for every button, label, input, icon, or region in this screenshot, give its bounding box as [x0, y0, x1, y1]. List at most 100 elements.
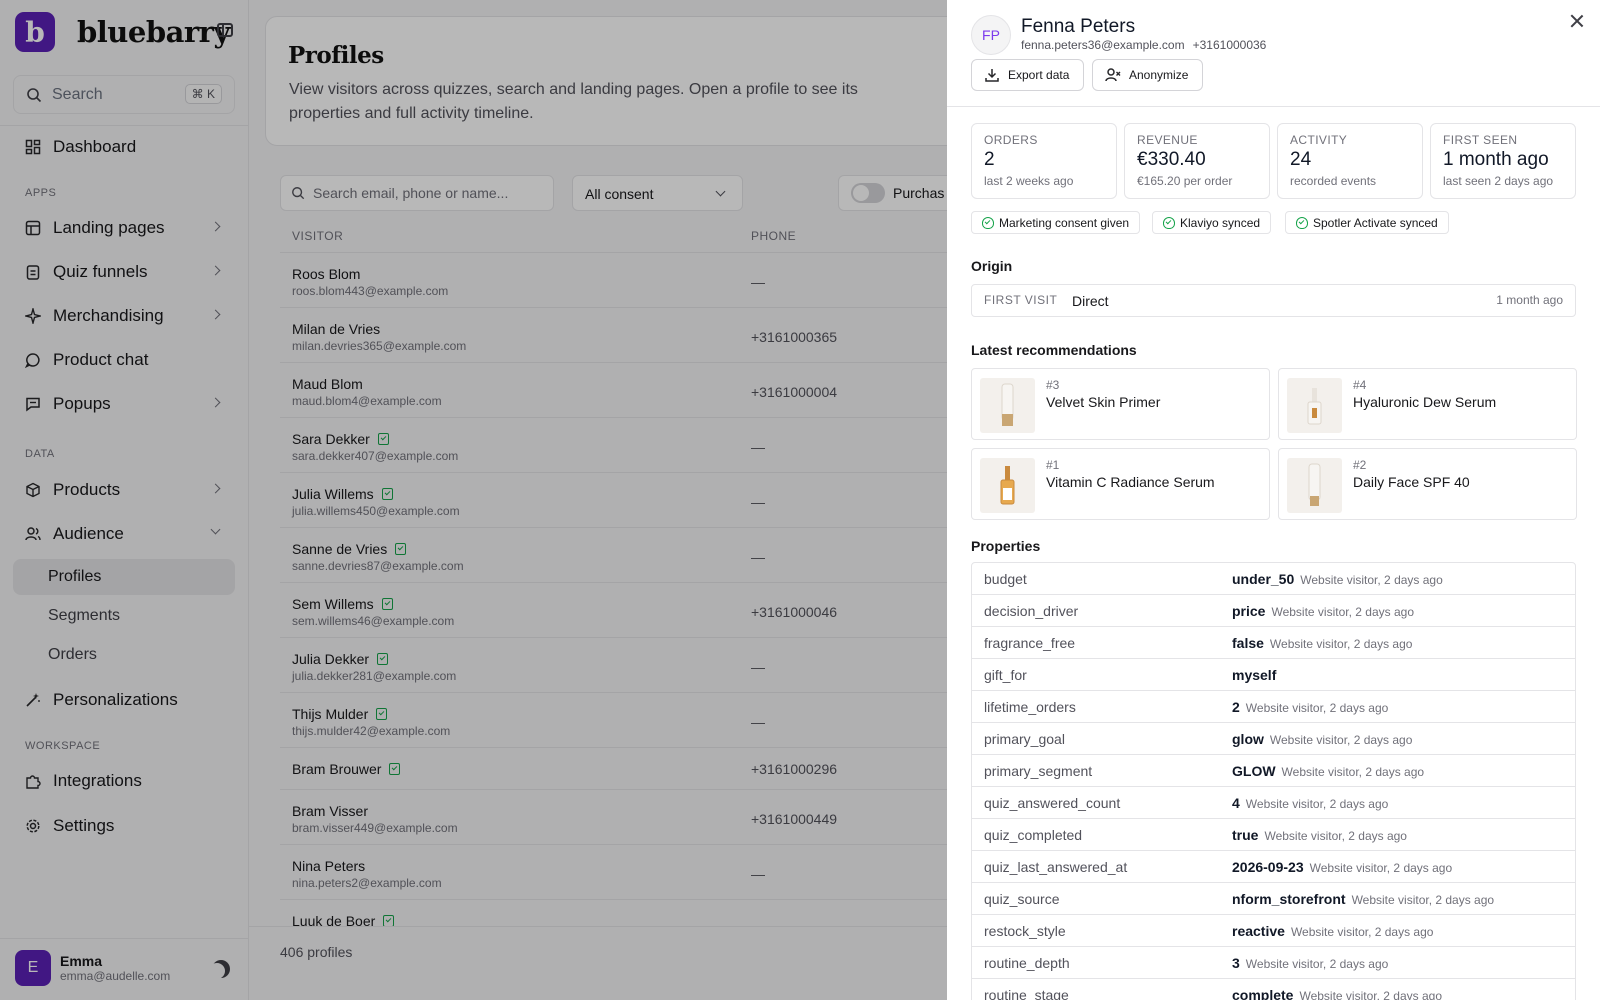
property-meta: Website visitor, 2 days ago [1351, 893, 1495, 907]
recommendation-rank: #4 [1353, 378, 1367, 392]
stat-value: €330.40 [1137, 149, 1206, 170]
property-meta: Website visitor, 2 days ago [1300, 573, 1443, 587]
property-value: nform_storefront Website visitor, 2 days … [1232, 891, 1494, 907]
property-value: price Website visitor, 2 days ago [1232, 603, 1414, 619]
properties-heading: Properties [971, 538, 1041, 554]
profile-name: Fenna Peters [1021, 16, 1136, 37]
property-row: restock_style reactive Website visitor, 2 … [972, 915, 1575, 947]
property-value: under_50 Website visitor, 2 days ago [1232, 571, 1443, 587]
property-value: 3 Website visitor, 2 days ago [1232, 955, 1388, 971]
avatar: FP [971, 15, 1011, 55]
property-value: 2 Website visitor, 2 days ago [1232, 699, 1388, 715]
export-data-button[interactable]: Export data [971, 59, 1084, 91]
product-title: Daily Face SPF 40 [1353, 474, 1470, 490]
property-key: gift_for [984, 667, 1027, 683]
property-value-text: 4 [1232, 795, 1240, 811]
property-row: primary_goal glow Website visitor, 2 days … [972, 723, 1575, 755]
property-value: GLOW Website visitor, 2 days ago [1232, 763, 1424, 779]
recommendation-card[interactable]: #4 Hyaluronic Dew Serum [1278, 368, 1577, 440]
property-key: decision_driver [984, 603, 1079, 619]
product-image [1287, 378, 1342, 433]
property-value: 4 Website visitor, 2 days ago [1232, 795, 1388, 811]
property-row: lifetime_orders 2 Website visitor, 2 days … [972, 691, 1575, 723]
property-value: true Website visitor, 2 days ago [1232, 827, 1407, 843]
product-image [980, 458, 1035, 513]
property-key: lifetime_orders [984, 699, 1076, 715]
anonymize-button[interactable]: Anonymize [1092, 59, 1203, 91]
property-value-text: true [1232, 827, 1259, 843]
stat-label: ACTIVITY [1290, 133, 1348, 147]
origin-value: Direct [1072, 293, 1109, 309]
property-key: quiz_source [984, 891, 1060, 907]
recommendation-rank: #1 [1046, 458, 1060, 472]
property-key: restock_style [984, 923, 1066, 939]
property-value-text: under_50 [1232, 571, 1295, 587]
check-shield-icon [982, 216, 994, 229]
property-row: budget under_50 Website visitor, 2 days ag… [972, 563, 1575, 595]
property-value-text: complete [1232, 987, 1294, 1000]
profile-drawer: FP Fenna Peters fenna.peters36@example.c… [947, 0, 1600, 1000]
badge-label: Klaviyo synced [1180, 215, 1261, 230]
recommendation-rank: #3 [1046, 378, 1060, 392]
stat-card: ACTIVITY 24 recorded events [1277, 123, 1423, 199]
property-row: quiz_last_answered_at 2026-09-23 Website v… [972, 851, 1575, 883]
property-key: routine_depth [984, 955, 1070, 971]
property-key: fragrance_free [984, 635, 1076, 651]
property-meta: Website visitor, 2 days ago [1269, 733, 1413, 747]
property-value: myself [1232, 667, 1282, 683]
stat-card: ORDERS 2 last 2 weeks ago [971, 123, 1117, 199]
badge-label: Marketing consent given [999, 215, 1130, 230]
property-row: routine_depth 3 Website visitor, 2 days ag… [972, 947, 1575, 979]
property-meta: Website visitor, 2 days ago [1269, 637, 1413, 651]
product-title: Velvet Skin Primer [1046, 394, 1161, 410]
properties-table: budget under_50 Website visitor, 2 days ag… [971, 562, 1576, 1000]
stat-label: ORDERS [984, 133, 1038, 147]
property-meta: Website visitor, 2 days ago [1245, 701, 1389, 715]
property-value-text: myself [1232, 667, 1277, 683]
property-value-text: false [1232, 635, 1264, 651]
product-title: Hyaluronic Dew Serum [1353, 394, 1497, 410]
check-shield-icon [1296, 216, 1308, 229]
button-label: Export data [1008, 68, 1070, 82]
property-value-text: glow [1232, 731, 1264, 747]
recommendation-card[interactable]: #2 Daily Face SPF 40 [1278, 448, 1577, 520]
property-value: 2026-09-23 Website visitor, 2 days ago [1232, 859, 1452, 875]
property-row: gift_for myself [972, 659, 1575, 691]
property-meta: Website visitor, 2 days ago [1245, 797, 1389, 811]
property-value-text: price [1232, 603, 1266, 619]
stat-value: 2 [984, 149, 995, 170]
property-key: quiz_answered_count [984, 795, 1121, 811]
property-value-text: 2026-09-23 [1232, 859, 1304, 875]
close-icon[interactable] [1570, 14, 1584, 28]
property-meta: Website visitor, 2 days ago [1299, 989, 1442, 1000]
recommendation-card[interactable]: #3 Velvet Skin Primer [971, 368, 1270, 440]
user-x-icon [1105, 68, 1121, 82]
origin-row: FIRST VISIT Direct 1 month ago [971, 284, 1576, 317]
property-value: reactive Website visitor, 2 days ago [1232, 923, 1433, 939]
property-value-text: 2 [1232, 699, 1240, 715]
stat-value: 24 [1290, 149, 1312, 170]
property-value-text: 3 [1232, 955, 1240, 971]
product-title: Vitamin C Radiance Serum [1046, 474, 1215, 490]
property-row: routine_stage complete Website visitor, 2 … [972, 979, 1575, 1000]
property-meta: Website visitor, 2 days ago [1290, 925, 1434, 939]
stat-label: REVENUE [1137, 133, 1198, 147]
property-value-text: reactive [1232, 923, 1285, 939]
origin-key: FIRST VISIT [984, 293, 1058, 307]
property-row: quiz_source nform_storefront Website visit… [972, 883, 1575, 915]
property-value: complete Website visitor, 2 days ago [1232, 987, 1442, 1000]
stat-card: REVENUE €330.40 €165.20 per order [1124, 123, 1270, 199]
stat-sub: last seen 2 days ago [1443, 174, 1554, 188]
check-shield-icon [1163, 216, 1175, 229]
download-icon [985, 69, 999, 82]
property-key: quiz_last_answered_at [984, 859, 1128, 875]
property-meta: Website visitor, 2 days ago [1271, 605, 1414, 619]
property-meta: Website visitor, 2 days ago [1281, 765, 1425, 779]
status-badge: Klaviyo synced [1152, 211, 1272, 234]
button-label: Anonymize [1129, 68, 1189, 82]
stat-sub: €165.20 per order [1137, 174, 1233, 188]
recommendation-card[interactable]: #1 Vitamin C Radiance Serum [971, 448, 1270, 520]
property-key: quiz_completed [984, 827, 1083, 843]
product-image [980, 378, 1035, 433]
recommendations-heading: Latest recommendations [971, 342, 1137, 358]
